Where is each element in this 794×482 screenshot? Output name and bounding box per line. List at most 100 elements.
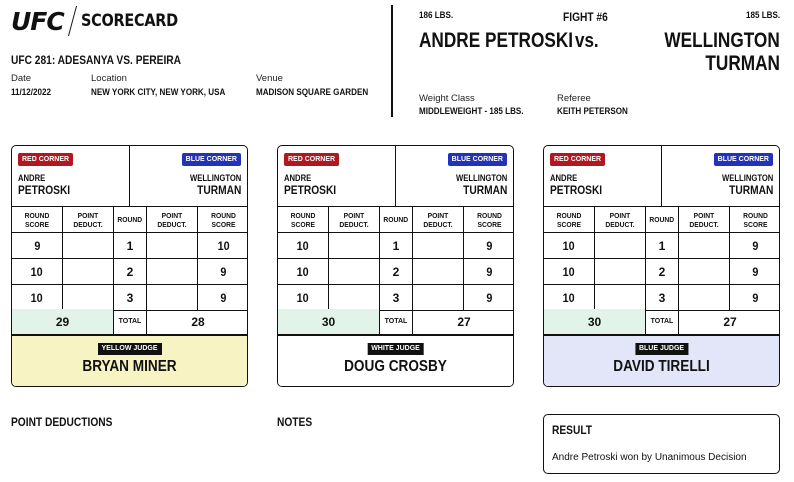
venue-label: Venue [256, 73, 283, 84]
blue-point-deduction [413, 233, 464, 258]
red-point-deduction [329, 233, 380, 258]
red-round-score: 10 [30, 264, 44, 279]
blue-round-score: 9 [220, 290, 227, 305]
header-split [129, 146, 130, 207]
red-corner-badge: RED CORNER [550, 153, 606, 166]
col-red-point-deduct: POINT DEDUCT. [73, 210, 103, 229]
col-round: ROUND [649, 215, 675, 224]
col-red-round-score: ROUND SCORE [556, 210, 582, 229]
total-row: 29 TOTAL 28 [12, 309, 247, 335]
blue-round-score: 9 [486, 264, 493, 279]
blue-corner-badge: BLUE CORNER [713, 153, 773, 166]
round-number: 3 [392, 290, 400, 305]
round-row: 10 3 9 [544, 285, 779, 311]
date-label: Date [11, 73, 32, 84]
judge-badge: BLUE JUDGE [634, 343, 689, 355]
ufc-scorecard-logo: UFC SCORECARD [11, 6, 195, 36]
col-blue-point-deduct: POINT DEDUCT. [157, 210, 187, 229]
col-blue-point-deduct: POINT DEDUCT. [423, 210, 453, 229]
blue-point-deduction [413, 285, 464, 310]
red-point-deduction [63, 259, 114, 284]
blue-fighter-name-line2: TURMAN [705, 52, 780, 75]
logo-subtitle: SCORECARD [80, 11, 178, 31]
judge-badge: YELLOW JUDGE [97, 343, 162, 355]
round-number: 2 [392, 264, 400, 279]
col-red-round-score: ROUND SCORE [24, 210, 50, 229]
location-label: Location [91, 73, 127, 84]
red-point-deduction [595, 285, 646, 310]
blue-point-deduction [413, 259, 464, 284]
weight-class-label: Weight Class [419, 93, 475, 104]
point-deductions-heading: POINT DEDUCTIONS [11, 415, 113, 429]
venue-value: MADISON SQUARE GARDEN [256, 87, 369, 98]
round-row: 10 3 9 [278, 285, 513, 311]
round-row: 9 1 10 [12, 233, 247, 259]
red-point-deduction [329, 285, 380, 310]
red-point-deduction [595, 233, 646, 258]
event-title: UFC 281: ADESANYA VS. PEREIRA [11, 53, 182, 67]
round-number: 2 [126, 264, 134, 279]
round-row: 10 2 9 [278, 259, 513, 285]
col-round: ROUND [383, 215, 409, 224]
blue-last-name: TURMAN [196, 183, 241, 197]
red-point-deduction [595, 259, 646, 284]
round-row: 10 3 9 [12, 285, 247, 311]
scorecard-fighter-header: RED CORNER BLUE CORNER ANDRE PETROSKI WE… [12, 146, 247, 207]
referee-label: Referee [557, 93, 591, 104]
red-round-score: 10 [562, 264, 576, 279]
total-row: 30 TOTAL 27 [544, 309, 779, 335]
round-row: 10 2 9 [12, 259, 247, 285]
column-header-row: ROUND SCORE POINT DEDUCT. ROUND POINT DE… [12, 207, 247, 233]
col-blue-round-score: ROUND SCORE [477, 210, 502, 229]
blue-round-score: 9 [752, 290, 759, 305]
red-corner-badge: RED CORNER [18, 153, 74, 166]
col-blue-round-score: ROUND SCORE [743, 210, 768, 229]
col-red-point-deduct: POINT DEDUCT. [339, 210, 369, 229]
blue-corner-fighter: WELLINGTON TURMAN [713, 172, 773, 196]
round-row: 10 1 9 [278, 233, 513, 259]
judge-scorecard-2: RED CORNER BLUE CORNER ANDRE PETROSKI WE… [277, 145, 514, 387]
red-total-score: 29 [12, 309, 114, 334]
round-row: 10 1 9 [544, 233, 779, 259]
blue-corner-fighter: WELLINGTON TURMAN [181, 172, 241, 196]
judge-panel: YELLOW JUDGE BRYAN MINER [12, 335, 247, 386]
judge-name: BRYAN MINER [82, 358, 177, 375]
red-round-score: 10 [296, 264, 310, 279]
blue-round-score: 10 [217, 238, 230, 253]
col-blue-point-deduct: POINT DEDUCT. [689, 210, 719, 229]
blue-round-score: 9 [486, 238, 493, 253]
red-total-score: 30 [278, 309, 380, 334]
header-divider [391, 5, 393, 117]
result-heading: RESULT [552, 423, 593, 437]
red-corner-fighter: ANDRE PETROSKI [550, 172, 611, 196]
round-number: 3 [126, 290, 134, 305]
round-number: 1 [658, 238, 666, 253]
blue-round-score: 9 [752, 264, 759, 279]
judge-scorecard-3: RED CORNER BLUE CORNER ANDRE PETROSKI WE… [543, 145, 780, 387]
red-round-score: 10 [30, 290, 44, 305]
red-total-score: 30 [544, 309, 646, 334]
total-label: TOTAL [380, 309, 413, 334]
round-number: 1 [126, 238, 134, 253]
ufc-logo-text: UFC [11, 6, 65, 36]
red-round-score: 10 [296, 238, 310, 253]
judge-scorecard-1: RED CORNER BLUE CORNER ANDRE PETROSKI WE… [11, 145, 248, 387]
result-box: RESULT Andre Petroski won by Unanimous D… [543, 414, 780, 474]
weight-class-value: MIDDLEWEIGHT - 185 LBS. [419, 106, 524, 117]
header-split [395, 146, 396, 207]
header-split [661, 146, 662, 207]
total-label: TOTAL [114, 309, 147, 334]
column-header-row: ROUND SCORE POINT DEDUCT. ROUND POINT DE… [544, 207, 779, 233]
blue-last-name: TURMAN [462, 183, 507, 197]
blue-total-score: 27 [457, 314, 471, 329]
judge-name: DAVID TIRELLI [613, 358, 710, 375]
red-last-name: PETROSKI [284, 183, 337, 197]
red-fighter-weight: 186 LBS. [419, 10, 454, 21]
judge-panel: BLUE JUDGE DAVID TIRELLI [544, 335, 779, 386]
blue-point-deduction [679, 233, 730, 258]
date-value: 11/12/2022 [11, 87, 51, 98]
col-round: ROUND [117, 215, 143, 224]
blue-point-deduction [147, 259, 198, 284]
blue-total-score: 27 [723, 314, 737, 329]
red-corner-fighter: ANDRE PETROSKI [284, 172, 345, 196]
